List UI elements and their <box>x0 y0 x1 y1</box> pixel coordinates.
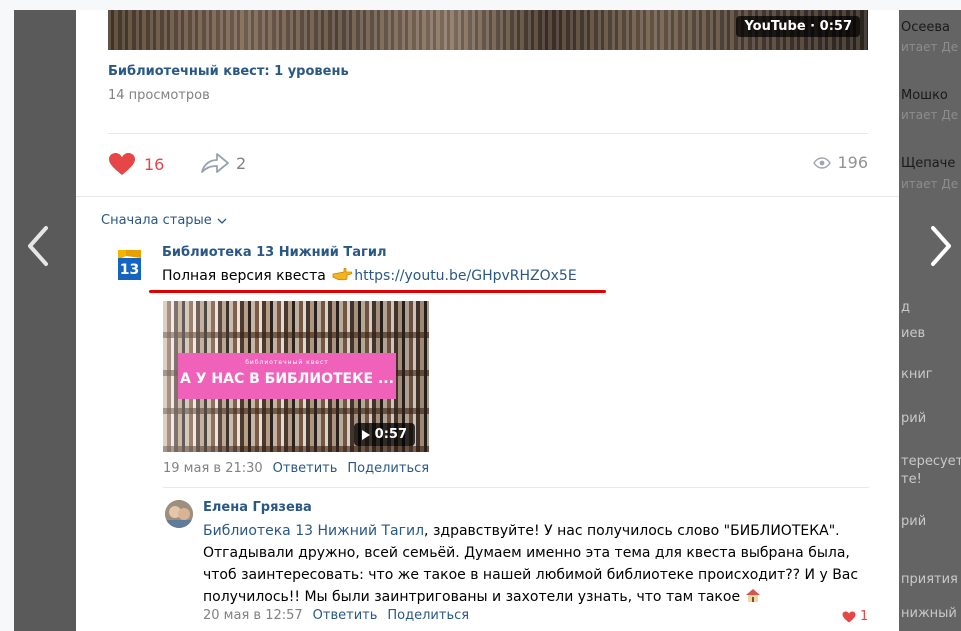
comment-video[interactable]: библиотечный квест А У НАС В БИБЛИОТЕКЕ … <box>163 301 429 452</box>
reply-divider <box>163 487 869 488</box>
comment-date[interactable]: 20 мая в 12:57 <box>203 608 303 623</box>
previous-arrow-icon[interactable] <box>24 224 54 268</box>
share-button[interactable]: 2 <box>200 152 246 174</box>
ghost-item: рий <box>901 411 927 426</box>
video-duration-badge: YouTube · 0:57 <box>736 16 860 37</box>
banner-title: А У НАС В БИБЛИОТЕКЕ ... <box>180 371 394 387</box>
ghost-item: нижный <box>901 606 957 621</box>
heart-icon <box>109 153 135 175</box>
comment-body: Полная версия квеста <box>162 268 326 284</box>
reply-button[interactable]: Ответить <box>273 461 338 476</box>
comment-text: Полная версия квеста https://youtu.be/GH… <box>162 267 577 284</box>
video-title-link[interactable]: Библиотечный квест: 1 уровень <box>108 64 349 79</box>
comment-like-count: 1 <box>860 609 869 624</box>
views-counter: 196 <box>813 153 868 172</box>
ghost-item: Щепаче <box>901 156 956 171</box>
heart-icon <box>842 611 856 622</box>
youtube-link[interactable]: https://youtu.be/GHpvRHZOx5E <box>354 268 576 284</box>
post-video[interactable]: YouTube · 0:57 <box>108 10 868 50</box>
sort-dropdown[interactable]: Сначала старые <box>101 213 227 228</box>
ghost-item: д <box>901 300 910 315</box>
comment-author[interactable]: Библиотека 13 Нижний Тагил <box>162 245 386 260</box>
video-views: 14 просмотров <box>108 88 210 103</box>
eye-icon <box>813 156 832 169</box>
ghost-item: Осеева <box>901 20 951 35</box>
comment-meta: 20 мая в 12:57 Ответить Поделиться <box>203 608 469 623</box>
ghost-item: Мошко <box>901 88 948 103</box>
overlay-left <box>14 10 76 631</box>
comments-divider <box>76 196 899 197</box>
ghost-item: иев <box>901 326 926 341</box>
views-count: 196 <box>837 153 868 172</box>
ghost-item: те! <box>901 472 922 487</box>
reply-button[interactable]: Ответить <box>313 608 378 623</box>
house-emoji-icon <box>745 589 760 602</box>
ghost-item: приятия <box>901 572 958 587</box>
mention-link[interactable]: Библиотека 13 Нижний Тагил <box>203 523 424 539</box>
comment-text: Библиотека 13 Нижний Тагил, здравствуйте… <box>203 520 871 608</box>
ghost-sub: итает Де <box>901 40 959 54</box>
overlay-right <box>899 10 961 631</box>
share-comment-button[interactable]: Поделиться <box>347 461 429 476</box>
like-count: 16 <box>144 154 165 174</box>
post-card: YouTube · 0:57 Библиотечный квест: 1 уро… <box>76 10 899 631</box>
comment-meta: 19 мая в 21:30 Ответить Поделиться <box>163 461 429 476</box>
duration-text: 0:57 <box>374 427 407 442</box>
play-icon <box>361 429 370 440</box>
ghost-item: рий <box>901 514 927 529</box>
ghost-item: тересует <box>901 454 961 469</box>
divider <box>108 133 868 134</box>
comment-like-button[interactable]: 1 <box>842 609 868 624</box>
pointing-hand-icon <box>332 267 353 281</box>
share-comment-button[interactable]: Поделиться <box>387 608 469 623</box>
ghost-sub: итает Де <box>901 108 959 122</box>
ghost-item: книг <box>901 367 933 382</box>
chevron-down-icon <box>217 218 227 224</box>
top-strip <box>0 0 961 10</box>
share-count: 2 <box>236 153 247 173</box>
next-arrow-icon[interactable] <box>925 224 955 268</box>
avatar[interactable] <box>165 500 193 528</box>
share-icon <box>201 153 229 173</box>
comment-author[interactable]: Елена Грязева <box>203 500 312 515</box>
ghost-sub: итает Де <box>901 177 959 191</box>
avatar[interactable]: 13 <box>118 250 141 280</box>
like-button[interactable]: 16 <box>108 152 164 176</box>
avatar-label: 13 <box>119 262 140 278</box>
comment-date[interactable]: 19 мая в 21:30 <box>163 461 263 476</box>
highlight-underline <box>149 290 606 293</box>
video-title-banner: библиотечный квест А У НАС В БИБЛИОТЕКЕ … <box>178 353 396 399</box>
banner-subtitle: библиотечный квест <box>245 359 329 366</box>
video-duration-badge: 0:57 <box>353 423 415 446</box>
sort-label: Сначала старые <box>101 213 212 228</box>
